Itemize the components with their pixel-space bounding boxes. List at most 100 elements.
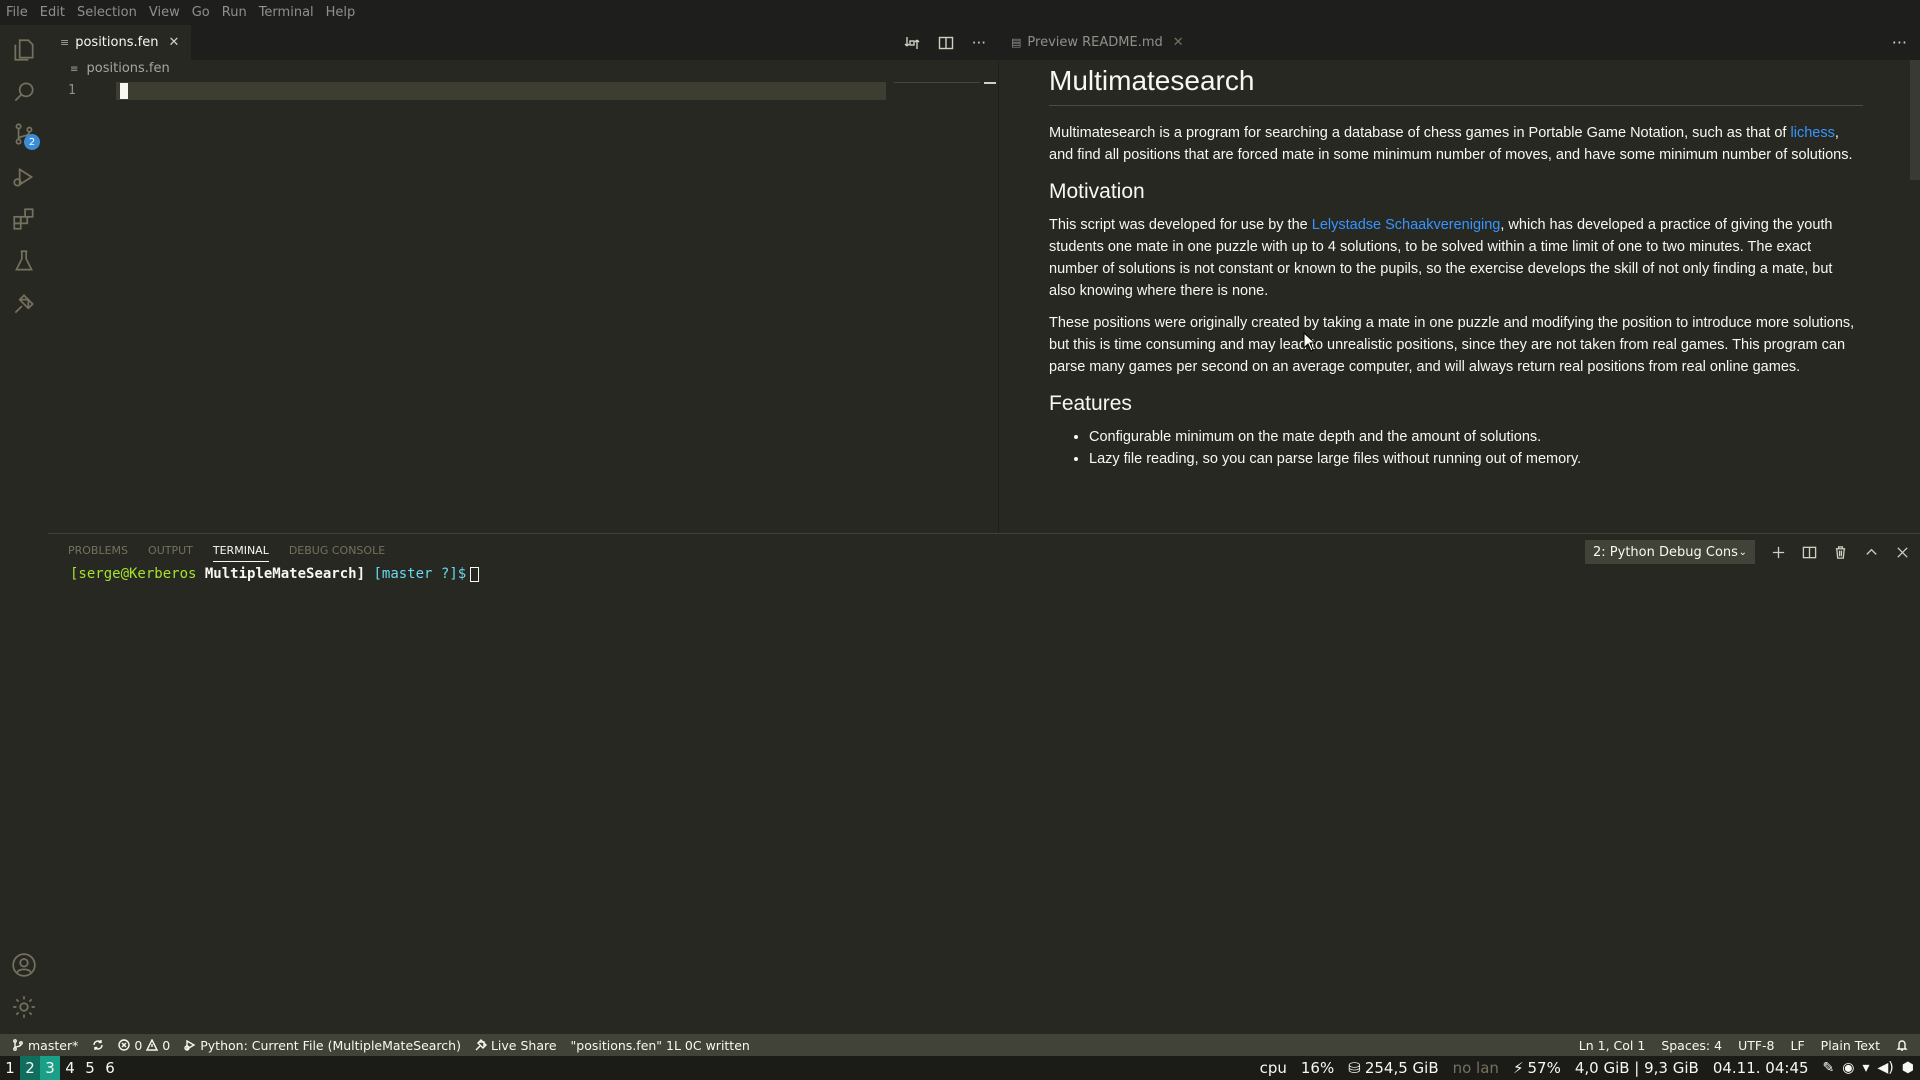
workspace-2[interactable]: 2 <box>20 1056 40 1080</box>
battery-charging-icon: ⚡ <box>1512 1059 1524 1077</box>
encoding[interactable]: UTF-8 <box>1738 1038 1774 1053</box>
menu-selection[interactable]: Selection <box>77 5 137 20</box>
debug-config-status[interactable]: Python: Current File (MultipleMateSearch… <box>184 1038 461 1053</box>
tab-close-icon[interactable]: ✕ <box>168 35 179 50</box>
menu-view[interactable]: View <box>149 5 180 20</box>
warning-count: 0 <box>162 1037 171 1053</box>
current-line-highlight[interactable] <box>116 82 886 100</box>
more-actions-icon[interactable]: ··· <box>1892 33 1907 52</box>
cpu-value: 16% <box>1300 1059 1335 1077</box>
breadcrumb[interactable]: ≡ positions.fen <box>70 61 170 76</box>
accounts-icon[interactable] <box>10 951 38 979</box>
notifications-bell-icon[interactable] <box>1896 1039 1908 1051</box>
tab-debug-console[interactable]: DEBUG CONSOLE <box>289 544 385 562</box>
editor2-tab-bar: ▤ Preview README.md ✕ ··· <box>999 25 1920 60</box>
run-debug-icon[interactable] <box>10 163 38 191</box>
split-editor-icon[interactable] <box>938 35 954 51</box>
wifi-icon[interactable]: ▾ <box>1863 1060 1870 1076</box>
sync-status[interactable] <box>92 1039 104 1051</box>
more-actions-icon[interactable]: ··· <box>972 34 986 52</box>
breadcrumb-file: positions.fen <box>86 61 170 76</box>
workspace-1[interactable]: 1 <box>0 1056 20 1080</box>
paperclip-icon[interactable]: ✎ <box>1823 1060 1835 1076</box>
editor-group-1: ≡ positions.fen ✕ ··· ≡ positions.fen 1 <box>48 25 1031 558</box>
tab-output[interactable]: OUTPUT <box>148 544 193 562</box>
open-changes-icon[interactable] <box>904 35 920 51</box>
split-terminal-icon[interactable] <box>1802 545 1817 560</box>
network-status: no lan <box>1452 1059 1499 1077</box>
workspace-6[interactable]: 6 <box>100 1056 120 1080</box>
volume-icon[interactable]: ◀) <box>1878 1060 1894 1076</box>
minimap[interactable] <box>894 82 980 83</box>
new-terminal-icon[interactable] <box>1771 545 1786 560</box>
shield-icon[interactable]: ⬢ <box>1902 1060 1914 1076</box>
problems-status[interactable]: 0 0 <box>118 1038 170 1053</box>
terminal-cursor <box>470 566 480 582</box>
discord-icon[interactable]: ◉ <box>1842 1060 1854 1076</box>
tab-close-icon[interactable]: ✕ <box>1173 35 1184 50</box>
language-mode[interactable]: Plain Text <box>1821 1038 1880 1053</box>
system-status: cpu 16% ⛁ 254,5 GiB no lan ⚡ 57% 4,0 GiB… <box>1260 1059 1914 1077</box>
menu-file[interactable]: File <box>6 5 28 20</box>
indentation[interactable]: Spaces: 4 <box>1661 1038 1722 1053</box>
testing-icon[interactable] <box>10 247 38 275</box>
tab-label: positions.fen <box>75 35 159 50</box>
chevron-up-icon[interactable] <box>1864 545 1879 560</box>
menu-terminal[interactable]: Terminal <box>259 5 314 20</box>
menu-run[interactable]: Run <box>222 5 247 20</box>
live-share-status[interactable]: Live Share <box>475 1038 557 1053</box>
settings-gear-icon[interactable] <box>10 993 38 1021</box>
terminal-prompt[interactable]: [serge@Kerberos MultipleMateSearch] [mas… <box>70 566 480 582</box>
cursor-position[interactable]: Ln 1, Col 1 <box>1579 1038 1646 1053</box>
clock: 04.11. 04:45 <box>1712 1059 1809 1077</box>
tab-terminal[interactable]: TERMINAL <box>212 544 269 562</box>
panel-tabs: PROBLEMS OUTPUT TERMINAL DEBUG CONSOLE <box>68 544 385 562</box>
terminal-select-value: 2: Python Debug Cons <box>1593 544 1738 560</box>
explorer-icon[interactable] <box>10 36 38 64</box>
workspace-3[interactable]: 3 <box>40 1056 60 1080</box>
source-control-badge: 2 <box>24 134 40 150</box>
search-icon[interactable] <box>10 78 38 106</box>
memory-usage: 4,0 GiB | 9,3 GiB <box>1574 1059 1699 1077</box>
editor1-actions: ··· <box>904 25 986 60</box>
extensions-icon[interactable] <box>10 205 38 233</box>
tab-problems[interactable]: PROBLEMS <box>68 544 128 562</box>
live-share-icon <box>475 1039 487 1051</box>
workspace-5[interactable]: 5 <box>80 1056 100 1080</box>
heading-motivation: Motivation <box>1049 180 1145 203</box>
workspace-4[interactable]: 4 <box>60 1056 80 1080</box>
end-of-line[interactable]: LF <box>1791 1038 1805 1053</box>
terminal-select[interactable]: 2: Python Debug Cons ⌄ <box>1585 540 1755 564</box>
battery-value: 57% <box>1527 1059 1561 1077</box>
editor1-tab-bar: ≡ positions.fen ✕ ··· <box>48 25 998 60</box>
tab-positions-fen[interactable]: ≡ positions.fen ✕ <box>48 25 192 60</box>
mouse-pointer-icon <box>1303 332 1317 352</box>
menu-edit[interactable]: Edit <box>40 5 65 20</box>
sync-icon <box>93 1040 104 1050</box>
status-right: Ln 1, Col 1 Spaces: 4 UTF-8 LF Plain Tex… <box>1579 1038 1908 1053</box>
menu-go[interactable]: Go <box>192 5 210 20</box>
status-message: "positions.fen" 1L 0C written <box>570 1037 750 1053</box>
live-share-label: Live Share <box>490 1037 557 1053</box>
prompt-dir: MultipleMateSearch] <box>204 566 366 582</box>
workspace-list: 1 2 3 4 5 6 <box>0 1056 120 1080</box>
bell-icon <box>1896 1040 1908 1051</box>
remote-explorer-icon[interactable] <box>10 290 38 318</box>
branch-status[interactable]: master* <box>12 1038 78 1053</box>
preview-scrollbar[interactable] <box>1910 60 1920 180</box>
trash-icon[interactable] <box>1833 545 1848 560</box>
disk-value: 254,5 GiB <box>1364 1059 1439 1077</box>
lichess-link[interactable]: lichess <box>1791 125 1835 141</box>
close-panel-icon[interactable] <box>1895 545 1910 560</box>
battery-status: ⚡ 57% <box>1513 1059 1561 1077</box>
disk-usage: ⛁ 254,5 GiB <box>1348 1059 1438 1077</box>
menu-help[interactable]: Help <box>326 5 356 20</box>
status-bar: master* 0 0 Python: Current File (Multip… <box>0 1034 1920 1056</box>
cpu-label: cpu <box>1259 1059 1287 1077</box>
error-icon <box>118 1039 131 1051</box>
doc-intro: Multimatesearch is a program for searchi… <box>1049 122 1863 166</box>
tab-preview-readme[interactable]: ▤ Preview README.md ✕ <box>999 25 1196 60</box>
lelystadse-link[interactable]: Lelystadse Schaakvereniging <box>1312 217 1501 233</box>
source-control-icon[interactable]: 2 <box>10 120 40 150</box>
debug-icon <box>184 1039 196 1051</box>
